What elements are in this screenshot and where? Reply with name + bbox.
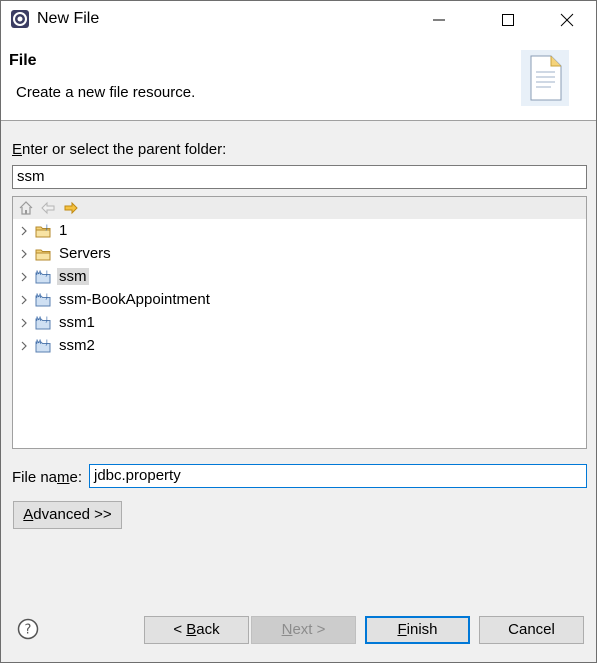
page-title: File (9, 52, 37, 69)
close-icon (560, 13, 574, 27)
svg-text:J: J (45, 293, 48, 300)
window-title: New File (37, 10, 100, 27)
maven-project-icon: MJ (35, 316, 51, 330)
svg-text:J: J (45, 224, 48, 231)
folder-tree[interactable]: J 1 Servers M Jssm M Jssm-BookAppointment M Jssm… (12, 196, 587, 449)
back-arrow-icon[interactable] (40, 200, 56, 216)
page-description: Create a new file resource. (16, 84, 196, 101)
tree-item[interactable]: J1 (13, 220, 586, 242)
chevron-right-icon[interactable] (19, 295, 29, 305)
chevron-right-icon[interactable] (19, 318, 29, 328)
parent-folder-input[interactable]: ssm (12, 165, 587, 189)
chevron-right-icon[interactable] (19, 249, 29, 259)
maven-project-icon: MJ (35, 270, 51, 284)
tree-item-label: ssm (57, 268, 89, 285)
tree-item-label: Servers (59, 245, 111, 262)
tree-item[interactable]: M Jssm (13, 266, 586, 288)
new-file-dialog: New File File Create a new file resource… (0, 0, 597, 663)
maven-project-icon: MJ (35, 293, 51, 307)
project-folder-icon: J (35, 224, 51, 238)
advanced-button[interactable]: Advanced >> (13, 501, 122, 529)
tree-toolbar (13, 197, 586, 219)
title-bar[interactable]: New File (1, 1, 596, 38)
chevron-right-icon[interactable] (19, 272, 29, 282)
back-button[interactable]: < Back (144, 616, 249, 644)
file-name-label: File name: (12, 469, 83, 486)
tree-item[interactable]: M Jssm2 (13, 335, 586, 357)
tree-item[interactable]: M Jssm-BookAppointment (13, 289, 586, 311)
svg-text:M: M (36, 339, 41, 346)
folder-icon (35, 249, 51, 261)
chevron-right-icon[interactable] (19, 226, 29, 236)
tree-item-label: ssm1 (59, 314, 95, 331)
svg-text:J: J (45, 270, 48, 277)
close-button[interactable] (544, 1, 590, 38)
maximize-icon (502, 14, 514, 26)
chevron-right-icon[interactable] (19, 341, 29, 351)
svg-text:M: M (36, 270, 41, 277)
tree-item-label: 1 (59, 222, 68, 239)
maven-project-icon: MJ (35, 339, 51, 353)
tree-item[interactable]: M Jssm1 (13, 312, 586, 334)
tree-item-label: ssm-BookAppointment (59, 291, 210, 308)
svg-text:?: ? (25, 623, 32, 638)
svg-text:J: J (45, 339, 48, 346)
minimize-button[interactable] (416, 1, 462, 38)
eclipse-icon (11, 10, 29, 28)
maximize-button[interactable] (485, 1, 531, 38)
next-button[interactable]: Next > (251, 616, 356, 644)
parent-folder-label: Enter or select the parent folder: (12, 141, 227, 158)
cancel-button[interactable]: Cancel (479, 616, 584, 644)
home-icon[interactable] (18, 200, 34, 216)
finish-button[interactable]: Finish (365, 616, 470, 644)
wizard-banner: File Create a new file resource. (1, 38, 596, 121)
svg-text:M: M (36, 316, 41, 323)
svg-text:J: J (45, 316, 48, 323)
forward-arrow-icon[interactable] (63, 200, 79, 216)
minimize-icon (433, 19, 445, 21)
svg-text:M: M (36, 293, 41, 300)
tree-item-label: ssm2 (59, 337, 95, 354)
help-icon[interactable]: ? (17, 618, 39, 640)
tree-item[interactable]: Servers (13, 243, 586, 265)
file-name-input[interactable]: jdbc.property (89, 464, 587, 488)
new-file-wizard-icon (521, 50, 569, 106)
